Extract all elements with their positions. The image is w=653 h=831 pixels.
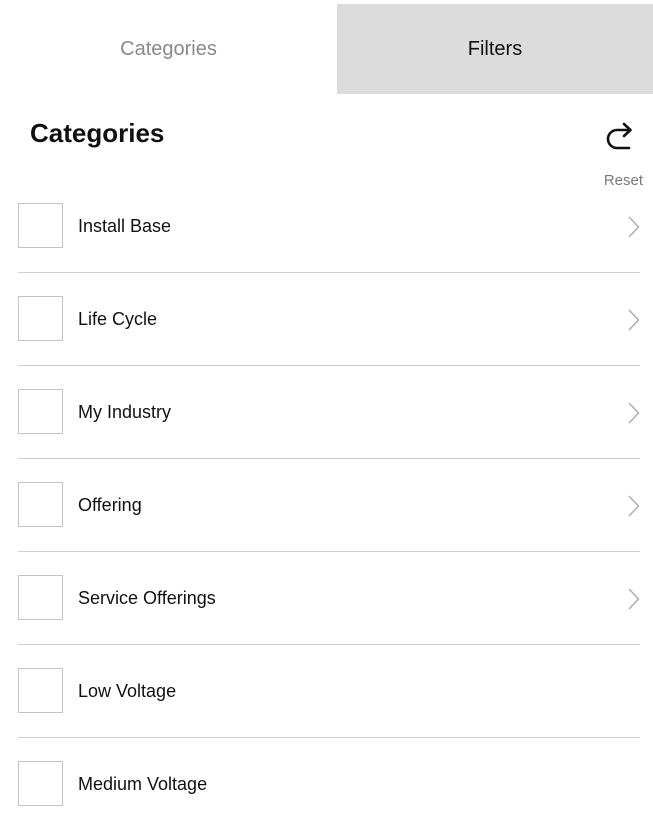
category-item-install-base[interactable]: Install Base [18,180,640,273]
tab-bar: Categories Filters [0,4,653,94]
tab-filters[interactable]: Filters [337,4,653,94]
category-label: Medium Voltage [78,774,208,794]
category-checkbox[interactable] [18,203,63,248]
category-checkbox[interactable] [18,296,63,341]
category-label: My Industry [78,402,172,422]
chevron-right-icon[interactable] [628,309,640,331]
redo-arrow-icon [606,122,632,150]
category-checkbox[interactable] [18,389,63,434]
category-label: Install Base [78,216,172,236]
category-list: Install Base Life Cycle My Industry Offerin… [18,180,640,831]
page-title: Categories [30,118,165,148]
category-item-service-offerings[interactable]: Service Offerings [18,552,640,645]
chevron-right-icon[interactable] [628,402,640,424]
chevron-right-icon[interactable] [628,588,640,610]
category-item-life-cycle[interactable]: Life Cycle [18,273,640,366]
category-label: Offering [78,495,142,515]
tab-categories[interactable]: Categories [0,4,337,94]
category-label: Low Voltage [78,681,177,701]
category-item-medium-voltage[interactable]: Medium Voltage [18,738,640,831]
category-item-my-industry[interactable]: My Industry [18,366,640,459]
category-checkbox[interactable] [18,668,63,713]
category-item-low-voltage[interactable]: Low Voltage [18,645,640,738]
chevron-right-icon[interactable] [628,216,640,238]
category-checkbox[interactable] [18,761,63,806]
category-label: Life Cycle [78,309,158,329]
category-checkbox[interactable] [18,575,63,620]
header: Categories Reset [0,94,653,194]
category-checkbox[interactable] [18,482,63,527]
category-item-offering[interactable]: Offering [18,459,640,552]
chevron-right-icon[interactable] [628,495,640,517]
category-label: Service Offerings [78,588,216,608]
